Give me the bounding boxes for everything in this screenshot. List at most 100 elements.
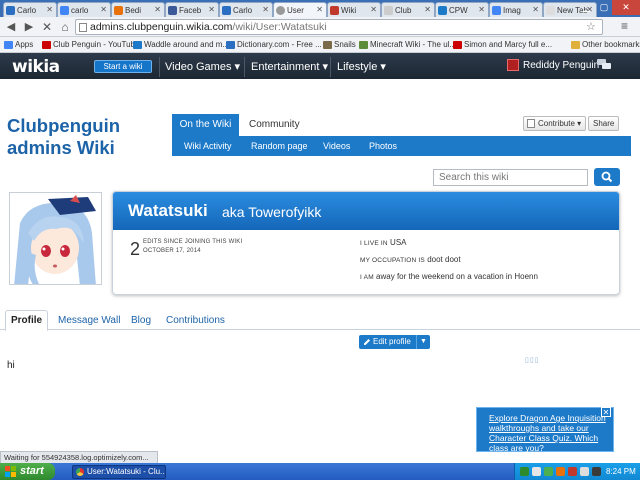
- menu-icon[interactable]: ≡: [621, 19, 628, 33]
- page-icon: [527, 119, 535, 128]
- tab-close-icon[interactable]: ✕: [532, 5, 539, 14]
- nav-lifestyle[interactable]: Lifestyle ▾: [337, 60, 386, 73]
- user-menu[interactable]: Rediddy Penguin ▾: [523, 60, 607, 71]
- volume-icon[interactable]: [580, 467, 589, 476]
- tray-app-icon[interactable]: [556, 467, 565, 476]
- more-actions-icon[interactable]: ▯▯▯: [525, 356, 540, 364]
- browser-tab[interactable]: Wiki ✕: [327, 2, 381, 17]
- share-button[interactable]: Share: [588, 116, 620, 131]
- browser-tab[interactable]: Club ✕: [381, 2, 435, 17]
- browser-tab[interactable]: carlo ✕: [57, 2, 111, 17]
- snail-icon: [323, 41, 332, 49]
- browser-tab-active[interactable]: User ✕: [273, 2, 327, 17]
- subnav-photos[interactable]: Photos: [369, 141, 397, 151]
- search-input[interactable]: Search this wiki: [433, 169, 588, 186]
- tab-favicon-icon: [438, 6, 447, 15]
- search-icon: [601, 171, 613, 183]
- profile-body-text: hi: [7, 360, 15, 371]
- start-a-wiki-button[interactable]: Start a wiki: [94, 60, 152, 73]
- taskbar-clock: 8:24 PM: [606, 467, 636, 476]
- back-icon[interactable]: ◀: [4, 20, 18, 34]
- tray-app-icon[interactable]: [532, 467, 541, 476]
- tray-network-icon[interactable]: [544, 467, 553, 476]
- browser-tab[interactable]: Imag ✕: [489, 2, 543, 17]
- tab-close-icon[interactable]: ✕: [154, 5, 161, 14]
- subnav-wiki-activity[interactable]: Wiki Activity: [184, 141, 232, 151]
- tab-on-the-wiki[interactable]: On the Wiki: [172, 114, 239, 136]
- tab-favicon-icon: [384, 6, 393, 15]
- bookmark-folder[interactable]: Other bookmarks: [571, 39, 640, 51]
- tab-close-icon[interactable]: ✕: [208, 5, 215, 14]
- tab-close-icon[interactable]: ✕: [424, 5, 431, 14]
- chevron-down-icon[interactable]: ▼: [416, 335, 430, 349]
- tab-favicon-icon: [60, 6, 69, 15]
- tab-close-icon[interactable]: ✕: [262, 5, 269, 14]
- bookmark-item[interactable]: Snails: [323, 39, 356, 51]
- nav-video-games[interactable]: Video Games ▾: [165, 60, 240, 73]
- browser-tab[interactable]: Bedi ✕: [111, 2, 165, 17]
- browser-tab[interactable]: CPW ✕: [435, 2, 489, 17]
- minecraft-icon: [359, 41, 368, 49]
- clubpenguin-icon: [133, 41, 142, 49]
- tray-app-icon[interactable]: [520, 467, 529, 476]
- tab-blog[interactable]: Blog: [131, 315, 151, 326]
- subnav-random-page[interactable]: Random page: [251, 141, 308, 151]
- profile-masthead: Watatsuki aka Towerofyikk 2 EDITS SINCE …: [112, 191, 620, 295]
- close-icon[interactable]: ✕: [601, 407, 611, 417]
- dictionary-icon: [226, 41, 235, 49]
- browser-status: Waiting for 554924358.log.optimizely.com…: [0, 451, 158, 463]
- address-bar[interactable]: admins.clubpenguin.wikia.com/wiki/User:W…: [75, 19, 603, 35]
- nav-entertainment[interactable]: Entertainment ▾: [251, 60, 328, 73]
- promo-banner[interactable]: Explore Dragon Age Inquisition walkthrou…: [476, 407, 614, 453]
- contribute-button[interactable]: Contribute ▾: [523, 116, 587, 131]
- tray-app-icon[interactable]: [568, 467, 577, 476]
- tray-app-icon[interactable]: [592, 467, 601, 476]
- edit-profile-button[interactable]: Edit profile ▼: [359, 335, 430, 349]
- bookmark-item[interactable]: Waddle around and m...: [133, 39, 229, 51]
- wikia-logo[interactable]: wikia: [12, 57, 60, 77]
- minimize-button[interactable]: ▁: [576, 0, 596, 15]
- tab-community[interactable]: Community: [249, 114, 300, 136]
- close-window-button[interactable]: ✕: [612, 0, 640, 15]
- tab-close-icon[interactable]: ✕: [316, 5, 323, 14]
- profile-aka: aka Towerofyikk: [222, 204, 322, 220]
- page-icon: [79, 23, 87, 32]
- loading-spinner-icon: [276, 6, 285, 15]
- start-button[interactable]: start: [0, 463, 55, 480]
- promo-link[interactable]: Explore Dragon Age Inquisition walkthrou…: [489, 413, 607, 453]
- bookmark-star-icon[interactable]: ☆: [586, 20, 596, 33]
- tab-contributions[interactable]: Contributions: [166, 315, 225, 326]
- bookmarks-bar: Apps Club Penguin - YouTube Waddle aroun…: [0, 37, 640, 53]
- forward-icon[interactable]: ▶: [22, 20, 36, 34]
- search-button[interactable]: [594, 168, 620, 186]
- browser-tab[interactable]: Carlo ✕: [219, 2, 273, 17]
- bookmark-item[interactable]: Club Penguin - YouTube: [42, 39, 139, 51]
- profile-header-band: Watatsuki aka Towerofyikk: [113, 192, 619, 230]
- browser-tab[interactable]: Faceb ✕: [165, 2, 219, 17]
- tab-message-wall[interactable]: Message Wall: [58, 315, 120, 326]
- bookmark-item[interactable]: Dictionary.com - Free ...: [226, 39, 322, 51]
- tab-close-icon[interactable]: ✕: [478, 5, 485, 14]
- home-icon[interactable]: ⌂: [58, 20, 72, 34]
- anime-character-avatar-icon: [10, 193, 101, 284]
- bookmark-item[interactable]: Apps: [4, 39, 33, 51]
- notifications-icon[interactable]: [597, 59, 611, 70]
- bookmark-item[interactable]: Simon and Marcy full e...: [453, 39, 552, 51]
- bookmark-item[interactable]: Minecraft Wiki - The ul...: [359, 39, 456, 51]
- tab-close-icon[interactable]: ✕: [370, 5, 377, 14]
- user-avatar[interactable]: [507, 59, 519, 71]
- apps-icon: [4, 41, 13, 49]
- subnav-videos[interactable]: Videos: [323, 141, 350, 151]
- stop-icon[interactable]: ✕: [40, 20, 54, 34]
- tab-profile[interactable]: Profile: [5, 310, 48, 331]
- tab-favicon-icon: [546, 6, 555, 15]
- maximize-button[interactable]: ▢: [594, 0, 614, 15]
- folder-icon: [571, 41, 580, 49]
- profile-occupation: MY OCCUPATION IS doot doot: [360, 255, 461, 264]
- wiki-title[interactable]: Clubpenguin admins Wiki: [7, 115, 120, 159]
- browser-tab[interactable]: Carlo ✕: [3, 2, 57, 17]
- tab-close-icon[interactable]: ✕: [100, 5, 107, 14]
- taskbar-chrome-window[interactable]: User:Watatsuki - Clu...: [72, 465, 166, 479]
- nav-divider: [330, 57, 331, 77]
- tab-close-icon[interactable]: ✕: [46, 5, 53, 14]
